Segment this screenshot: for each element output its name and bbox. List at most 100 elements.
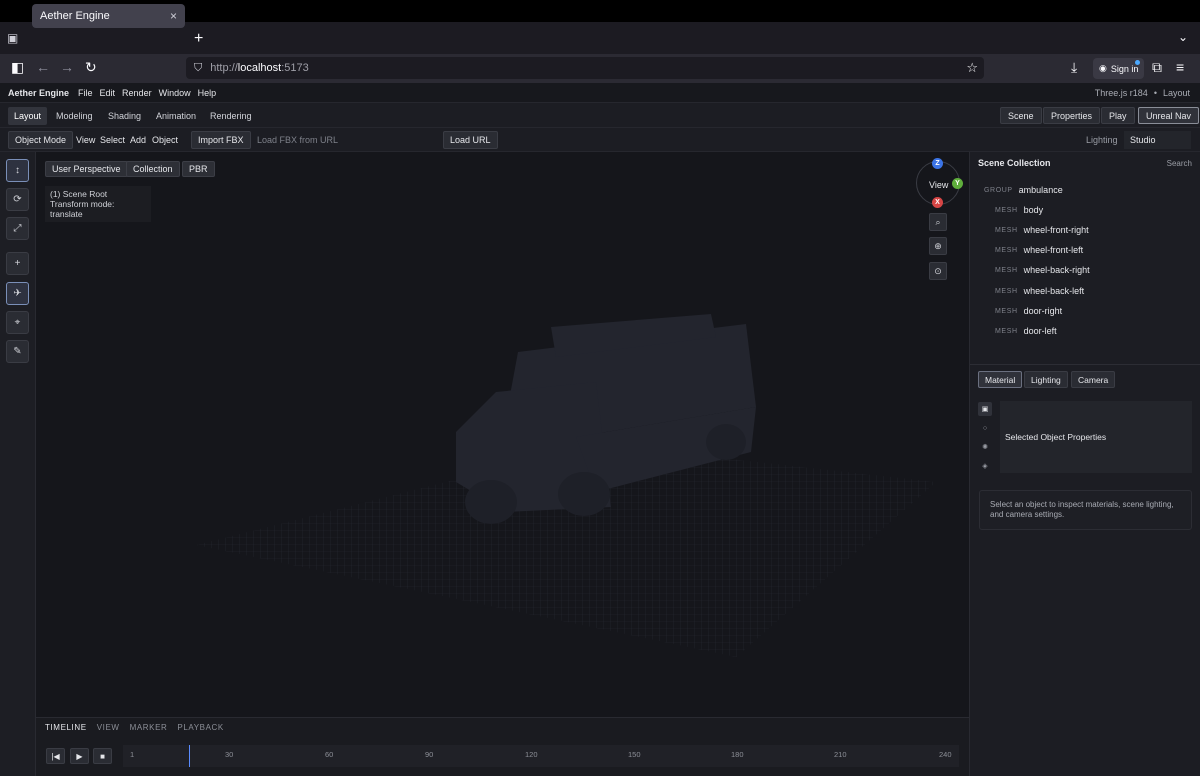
item-kind: MESH [995, 287, 1018, 295]
menu-edit[interactable]: Edit [100, 88, 116, 98]
version-label: Three.js r184 [1094, 87, 1148, 98]
tab-modeling[interactable]: Modeling [50, 107, 99, 125]
separator-dot: • [1153, 87, 1157, 98]
tree-item-mesh[interactable]: MESH wheel-back-right [995, 265, 1090, 275]
browser-tab[interactable]: Aether Engine × [32, 4, 185, 28]
playhead[interactable] [189, 745, 190, 767]
tree-item-mesh[interactable]: MESH wheel-front-left [995, 245, 1083, 255]
tab-shading[interactable]: Shading [102, 107, 147, 125]
y-axis-handle[interactable]: Y [952, 178, 963, 189]
light-props-icon[interactable]: ✺ [978, 440, 992, 454]
tab-marker[interactable]: MARKER [130, 723, 168, 732]
item-kind: MESH [995, 307, 1018, 315]
tab-layout[interactable]: Layout [8, 107, 48, 125]
sign-in-label: Sign in [1110, 63, 1139, 74]
item-name: wheel-front-left [1023, 245, 1084, 255]
sidebar-icon[interactable]: ◧ [11, 59, 24, 76]
lighting-label: Lighting [1086, 135, 1118, 145]
lighting-select[interactable]: Studio [1124, 131, 1191, 149]
item-name: door-left [1023, 326, 1057, 336]
url-bar[interactable]: ⛉ http://localhost:5173 ☆ [186, 57, 984, 79]
menu-help[interactable]: Help [198, 88, 217, 98]
download-icon[interactable]: ⤓ [1071, 59, 1077, 76]
tree-item-group[interactable]: GROUP ambulance [984, 185, 1063, 195]
collection-button[interactable]: Collection [126, 161, 180, 177]
material-props-icon[interactable]: ○ [978, 421, 992, 435]
fbx-url-input[interactable]: Load FBX from URL [251, 131, 441, 149]
x-axis-handle[interactable]: X [932, 197, 943, 208]
item-name: wheel-back-right [1023, 265, 1090, 275]
transform-mode-label: Transform mode: translate [50, 199, 115, 219]
new-tab-icon[interactable]: + [194, 30, 203, 48]
tab-camera[interactable]: Camera [1071, 371, 1116, 388]
tab-list-icon[interactable]: ▣ [7, 31, 21, 45]
tick-label: 1 [130, 750, 135, 759]
annotate-tool-icon[interactable]: ✎ [6, 340, 29, 363]
tab-animation[interactable]: Animation [150, 107, 202, 125]
add-tool-icon[interactable]: + [6, 252, 29, 275]
move-tool-icon[interactable]: ↕ [6, 159, 29, 182]
tab-lighting[interactable]: Lighting [1024, 371, 1068, 388]
timeline-tabs: TIMELINE VIEW MARKER PLAYBACK [45, 723, 224, 732]
menu-file[interactable]: File [78, 88, 93, 98]
item-kind: MESH [995, 266, 1018, 274]
cursor-tool-icon[interactable]: ⌖ [6, 311, 29, 334]
menu-icon[interactable]: ≡ [1176, 59, 1184, 75]
pan-icon[interactable]: ⊕ [929, 237, 947, 255]
scene-search[interactable]: Search [1167, 159, 1192, 168]
chevron-down-icon[interactable]: ⌄ [1178, 30, 1188, 44]
menu-window[interactable]: Window [159, 88, 191, 98]
tab-timeline[interactable]: TIMELINE [45, 723, 87, 732]
timeline-ruler[interactable]: 1 30 60 90 120 150 180 210 240 [123, 745, 959, 767]
play-icon[interactable]: ▶ [70, 748, 89, 764]
zoom-icon[interactable]: ⌕ [929, 213, 947, 231]
z-axis-handle[interactable]: Z [932, 158, 943, 169]
url-host: localhost [237, 62, 282, 74]
properties-button[interactable]: Properties [1043, 107, 1101, 124]
tab-timeline-view[interactable]: VIEW [97, 723, 120, 732]
tab-rendering[interactable]: Rendering [204, 107, 258, 125]
scale-tool-icon[interactable]: ⤢ [6, 217, 29, 240]
object-props-icon[interactable]: ▣ [978, 402, 992, 416]
reload-icon[interactable]: ↻ [85, 59, 97, 76]
jump-start-icon[interactable]: |◀ [46, 748, 65, 764]
close-icon[interactable]: × [170, 9, 177, 23]
tab-playback[interactable]: PLAYBACK [177, 723, 223, 732]
rotate-tool-icon[interactable]: ⟳ [6, 188, 29, 211]
navigate-tool-icon[interactable]: ✈ [6, 282, 29, 305]
camera-icon[interactable]: ⊙ [929, 262, 947, 280]
sign-in-button[interactable]: ◉ Sign in [1093, 58, 1144, 79]
back-icon[interactable]: ← [36, 59, 50, 75]
pbr-button[interactable]: PBR [182, 161, 215, 177]
object-menu[interactable]: Object [146, 131, 184, 149]
app-brand: Aether Engine [8, 87, 70, 98]
timeline-panel: TIMELINE VIEW MARKER PLAYBACK |◀ ▶ ■ 1 3… [36, 717, 969, 776]
tree-item-mesh[interactable]: MESH wheel-back-left [995, 286, 1084, 296]
object-mode-dropdown[interactable]: Object Mode [8, 131, 74, 149]
3d-viewport[interactable]: User Perspective Collection PBR (1) Scen… [36, 152, 969, 717]
tree-item-mesh[interactable]: MESH door-left [995, 326, 1057, 336]
selected-object-properties: Selected Object Properties [1000, 401, 1192, 473]
perspective-button[interactable]: User Perspective [45, 161, 128, 177]
tool-row: Object Mode View Select Add Object Impor… [0, 128, 1200, 152]
url-port: :5173 [281, 62, 309, 74]
menu-render[interactable]: Render [122, 88, 152, 98]
tab-material[interactable]: Material [978, 371, 1023, 388]
camera-props-icon[interactable]: ◈ [978, 459, 992, 473]
scene-button[interactable]: Scene [1000, 107, 1042, 124]
tree-item-mesh[interactable]: MESH body [995, 205, 1043, 215]
unreal-nav-button[interactable]: Unreal Nav [1138, 107, 1200, 124]
forward-icon[interactable]: → [60, 59, 74, 75]
import-fbx-button[interactable]: Import FBX [191, 131, 251, 149]
item-kind: MESH [995, 327, 1018, 335]
item-name: wheel-front-right [1023, 225, 1089, 235]
item-name: body [1023, 205, 1044, 215]
tree-item-mesh[interactable]: MESH door-right [995, 306, 1062, 316]
bookmark-star-icon[interactable]: ☆ [966, 60, 978, 76]
stop-icon[interactable]: ■ [93, 748, 112, 764]
extensions-icon[interactable]: ⧉ [1152, 59, 1162, 76]
load-url-button[interactable]: Load URL [443, 131, 498, 149]
tree-item-mesh[interactable]: MESH wheel-front-right [995, 225, 1089, 235]
panel-divider [970, 364, 1200, 365]
play-button[interactable]: Play [1101, 107, 1135, 124]
